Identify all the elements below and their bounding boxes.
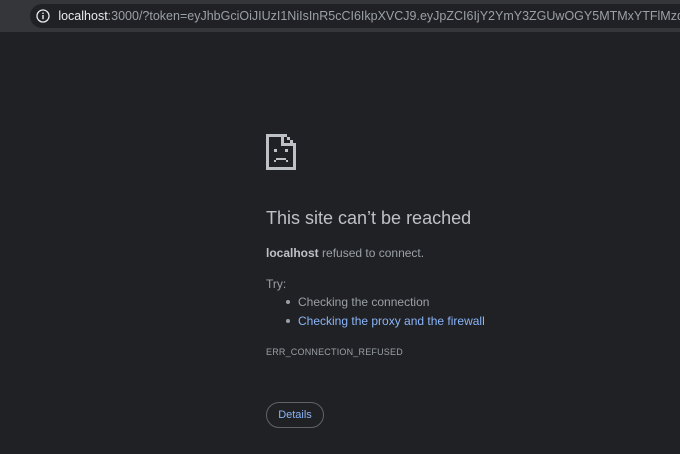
info-icon[interactable] bbox=[34, 6, 52, 26]
url-host: localhost bbox=[58, 9, 108, 23]
try-label: Try: bbox=[266, 277, 287, 291]
suggestions-list: Checking the connection Checking the pro… bbox=[285, 295, 485, 333]
error-message-text: refused to connect. bbox=[318, 246, 425, 260]
address-bar[interactable]: localhost:3000/?token=eyJhbGciOiJIUzI1Ni… bbox=[30, 4, 680, 28]
suggestion-check-connection: Checking the connection bbox=[285, 295, 485, 314]
sad-page-icon bbox=[266, 134, 296, 170]
details-button[interactable]: Details bbox=[266, 402, 324, 428]
browser-toolbar: localhost:3000/?token=eyJhbGciOiJIUzI1Ni… bbox=[0, 0, 680, 32]
error-host: localhost bbox=[266, 246, 319, 260]
error-title: This site can’t be reached bbox=[266, 208, 472, 228]
error-message: localhost refused to connect. bbox=[266, 246, 424, 260]
url-path: :3000/?token=eyJhbGciOiJIUzI1NiIsInR5cCI… bbox=[107, 9, 680, 23]
error-page: This site can’t be reached localhost ref… bbox=[0, 32, 680, 454]
suggestion-check-proxy-link[interactable]: Checking the proxy and the firewall bbox=[285, 314, 485, 333]
error-code: ERR_CONNECTION_REFUSED bbox=[266, 347, 403, 357]
url-text[interactable]: localhost:3000/?token=eyJhbGciOiJIUzI1Ni… bbox=[58, 9, 680, 23]
